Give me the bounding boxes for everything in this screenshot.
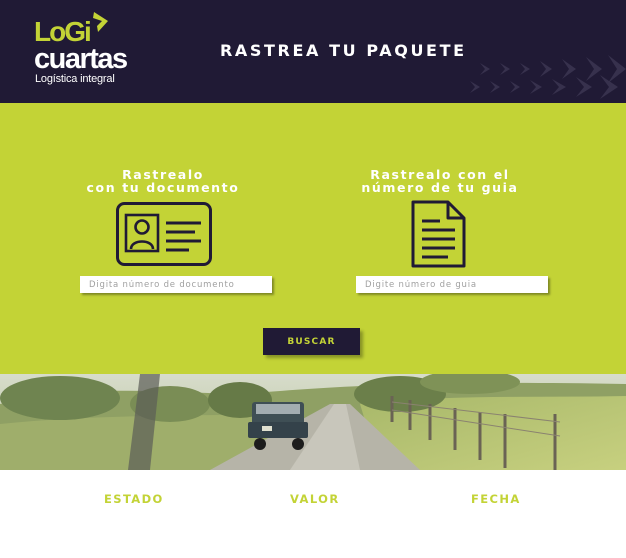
page-title: RASTREA TU PAQUETE: [220, 41, 467, 60]
results-column-estado: ESTADO: [104, 492, 164, 506]
tracking-panel: Rastrealo con tu documento Rastrealo con…: [0, 103, 626, 374]
road-jeep-photo: [0, 374, 626, 470]
results-column-fecha: FECHA: [471, 492, 521, 506]
track-guide-title: Rastrealo con el número de tu guia: [361, 167, 519, 195]
decorative-chevrons-icon: [470, 55, 626, 99]
header: LoGi cuartas Logística integral RASTREA …: [0, 0, 626, 103]
search-button[interactable]: BUSCAR: [263, 328, 360, 355]
guide-number-input[interactable]: [356, 276, 548, 293]
road-landscape-image: [0, 374, 626, 470]
document-number-input[interactable]: [80, 276, 272, 293]
logicuartas-logo[interactable]: LoGi cuartas Logística integral: [34, 12, 144, 90]
document-icon: [411, 200, 466, 268]
results-column-valor: VALOR: [290, 492, 340, 506]
logo-tagline: Logística integral: [35, 73, 115, 85]
id-card-icon: [116, 202, 212, 266]
logo-chevron-icon: [93, 12, 108, 32]
logo-text-cuartas: cuartas: [34, 43, 128, 75]
track-document-title: Rastrealo con tu documento: [86, 167, 240, 195]
results-section: ESTADO VALOR FECHA: [0, 470, 626, 558]
logo-text-logi: LoGi: [34, 16, 92, 47]
